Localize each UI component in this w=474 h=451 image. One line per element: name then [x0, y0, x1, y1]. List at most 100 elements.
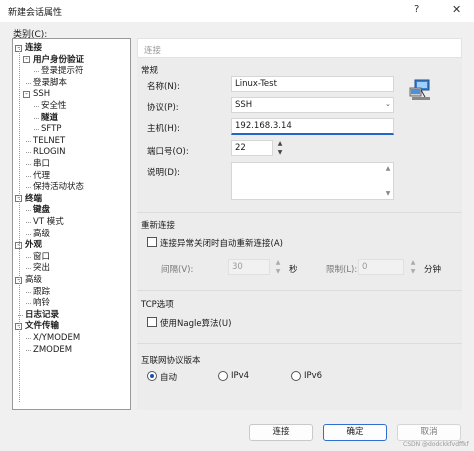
window-title: 新建会话属性 [8, 8, 63, 18]
tree-item[interactable]: 高级 [25, 274, 42, 286]
name-label: 名称(N): [147, 82, 180, 92]
tree-item[interactable]: X/YMODEM [33, 332, 80, 344]
auto-reconnect-checkbox[interactable] [147, 237, 157, 247]
tree-connector [26, 303, 31, 305]
tree-item[interactable]: SSH [33, 88, 50, 100]
tree-item[interactable]: 登录脚本 [33, 77, 67, 89]
tree-connector [34, 71, 39, 73]
tree-item[interactable]: 安全性 [41, 100, 67, 112]
tree-item[interactable]: ZMODEM [33, 344, 72, 356]
ipv6-radio[interactable] [291, 371, 301, 381]
tree-item[interactable]: 连接 [25, 42, 42, 54]
ipv4-label: IPv4 [231, 371, 250, 381]
tcp-section-title: TCP选项 [141, 300, 174, 310]
port-field[interactable]: 22 [231, 140, 273, 156]
tree-connector [26, 268, 31, 270]
tree-item[interactable]: 文件传输 [25, 320, 59, 332]
panel-header-text: 连接 [144, 46, 162, 56]
cancel-button[interactable]: 取消 [397, 424, 461, 441]
tree-connector [26, 152, 31, 154]
network-computer-icon [409, 79, 430, 100]
divider [137, 290, 462, 291]
interval-up-icon[interactable]: ▲ [273, 259, 283, 267]
tree-item[interactable]: 窗口 [33, 251, 50, 263]
tree-item[interactable]: 代理 [33, 170, 50, 182]
chevron-down-icon: ⌄ [385, 100, 391, 108]
auto-reconnect-label: 连接异常关闭时自动重新连接(A) [160, 239, 283, 249]
tree-item[interactable]: 用户身份验证 [33, 54, 84, 66]
protocol-label: 协议(P): [147, 103, 179, 113]
tree-item[interactable]: 隧道 [41, 112, 58, 124]
tree-connector [34, 117, 39, 119]
ipv4-radio[interactable] [218, 371, 228, 381]
expand-toggle-icon[interactable]: - [23, 90, 30, 98]
session-properties-dialog: 新建会话属性 ? ✕ 类别(C): - 连接 - 用户身份验证 登录提示符 登录脚本 - SS… [0, 0, 474, 451]
tree-item[interactable]: 键盘 [33, 204, 50, 216]
ok-button[interactable]: 确定 [323, 424, 387, 441]
name-value: Linux-Test [235, 79, 277, 89]
limit-label: 限制(L): [326, 265, 358, 275]
tree-connector [26, 175, 31, 177]
tree-item[interactable]: TELNET [33, 135, 65, 147]
nagle-label: 使用Nagle算法(U) [160, 319, 232, 329]
limit-field[interactable]: 0 [358, 259, 404, 275]
tree-item[interactable]: 突出 [33, 262, 50, 274]
nagle-checkbox[interactable] [147, 317, 157, 327]
watermark: CSDN @dodckkfvdffkf [403, 441, 469, 448]
interval-down-icon[interactable]: ▼ [273, 268, 283, 276]
tree-connector [26, 164, 31, 165]
interval-label: 间隔(V): [161, 265, 194, 275]
tree-item[interactable]: RLOGIN [33, 146, 65, 158]
tree-item[interactable]: 日志记录 [25, 309, 59, 321]
help-button[interactable]: ? [414, 4, 419, 15]
divider [137, 212, 462, 213]
host-label: 主机(H): [147, 124, 180, 134]
tree-item[interactable]: VT 模式 [33, 216, 64, 228]
reconnect-section-title: 重新连接 [141, 221, 176, 231]
tree-connector [34, 106, 39, 107]
divider [137, 343, 462, 344]
limit-up-icon[interactable]: ▲ [408, 259, 418, 267]
port-value: 22 [235, 143, 246, 153]
connect-button[interactable]: 连接 [249, 424, 313, 441]
ip-auto-label: 自动 [160, 373, 178, 383]
ip-section-title: 互联网协议版本 [141, 356, 201, 366]
scroll-up-icon[interactable]: ▲ [383, 165, 393, 173]
port-up-icon[interactable]: ▲ [275, 140, 285, 148]
close-button[interactable]: ✕ [452, 3, 461, 16]
title-bar: 新建会话属性 ? ✕ [0, 0, 474, 22]
interval-field[interactable]: 30 [228, 259, 270, 275]
tree-item[interactable]: 登录提示符 [41, 65, 84, 77]
tree-connector [34, 129, 39, 131]
expand-toggle-icon[interactable]: - [23, 56, 30, 64]
ipv6-label: IPv6 [304, 371, 323, 381]
limit-unit: 分钟 [424, 265, 442, 275]
tree-item[interactable]: 终端 [25, 193, 42, 205]
limit-down-icon[interactable]: ▼ [408, 268, 418, 276]
tree-item[interactable]: 外观 [25, 239, 42, 251]
interval-unit: 秒 [289, 265, 298, 275]
port-down-icon[interactable]: ▼ [275, 149, 285, 157]
category-tree[interactable]: - 连接 - 用户身份验证 登录提示符 登录脚本 - SSH 安全性 隧道 SFTP TELNET RL… [12, 38, 131, 410]
tree-connector [26, 256, 31, 258]
tree-connector [26, 187, 31, 189]
tree-item[interactable]: 高级 [33, 228, 50, 240]
tree-connector [26, 140, 31, 142]
tree-item[interactable]: 保持活动状态 [33, 181, 84, 193]
general-section-title: 常规 [141, 66, 159, 76]
tree-connector [26, 349, 31, 351]
tree-item[interactable]: 串口 [33, 158, 50, 170]
tree-item[interactable]: SFTP [41, 123, 61, 135]
host-value: 192.168.3.14 [235, 121, 292, 131]
tree-connector [26, 82, 31, 84]
host-field[interactable]: 192.168.3.14 [231, 118, 394, 135]
tree-item[interactable]: 跟踪 [33, 286, 50, 298]
tree-item[interactable]: 响铃 [33, 297, 50, 309]
ip-auto-radio[interactable] [147, 371, 157, 381]
name-field[interactable]: Linux-Test [231, 76, 394, 92]
protocol-select[interactable]: SSH [231, 97, 394, 113]
tree-connector [26, 233, 31, 235]
description-field[interactable] [231, 162, 394, 200]
scroll-down-icon[interactable]: ▼ [383, 190, 393, 198]
tree-connector [26, 291, 31, 293]
